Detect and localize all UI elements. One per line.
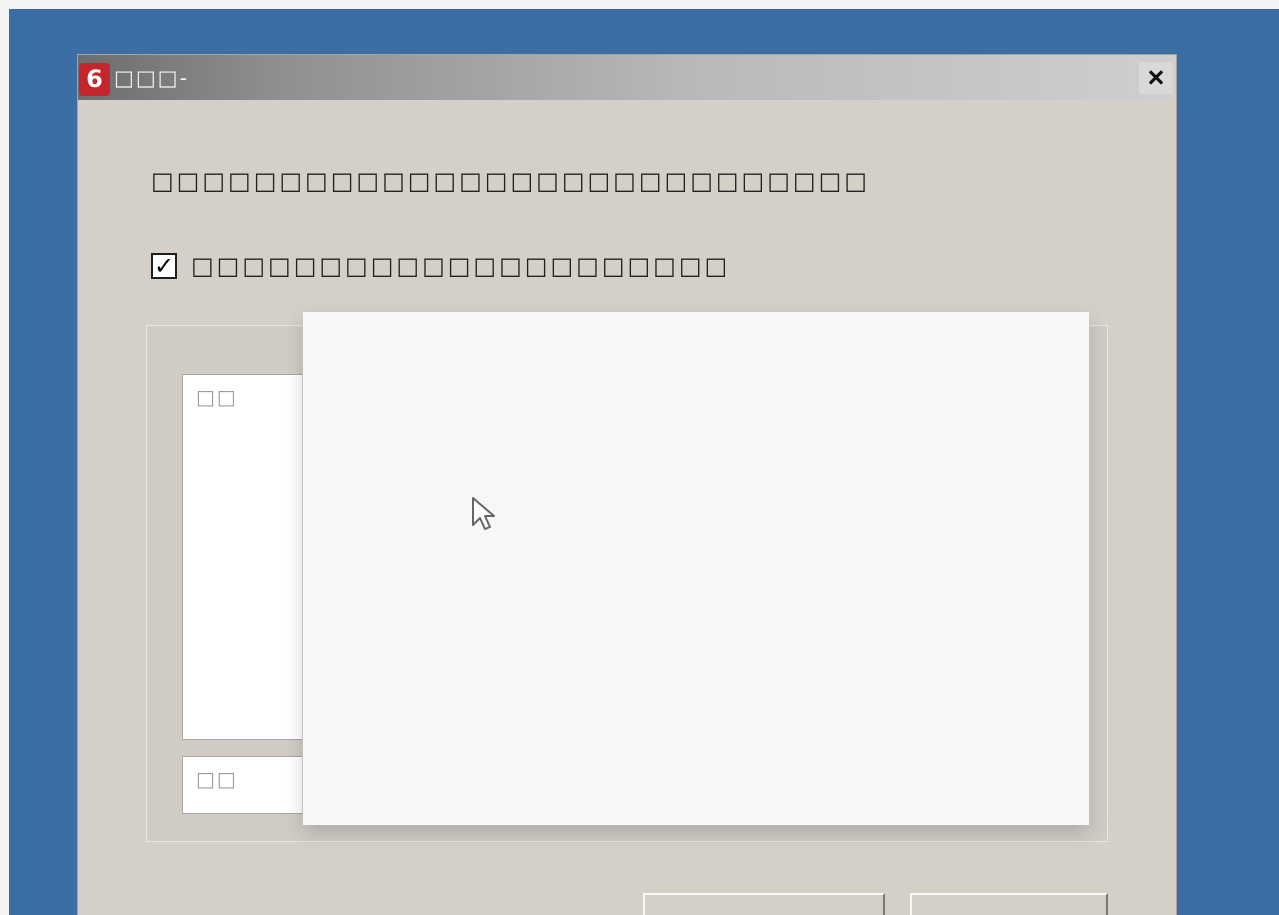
primary-action-button[interactable]: □□□□□□ — [643, 893, 885, 915]
dialog-instruction: □□□□□□□□□□□□□□□□□□□□□□□□□□□□ — [151, 167, 870, 195]
blank-popup-panel[interactable] — [303, 312, 1089, 825]
close-button[interactable]: × — [1139, 62, 1173, 94]
title-bar[interactable]: 6 □□□- × — [78, 55, 1176, 100]
dialog-window: 6 □□□- × □□□□□□□□□□□□□□□□□□□□□□□□□□□□ ✓ … — [77, 54, 1177, 915]
checkbox-row[interactable]: ✓ □□□□□□□□□□□□□□□□□□□□□ — [151, 249, 730, 283]
checkbox[interactable]: ✓ — [151, 253, 177, 279]
mouse-pointer-icon — [472, 497, 495, 530]
window-title: □□□- — [114, 66, 190, 90]
checkbox-label: □□□□□□□□□□□□□□□□□□□□□ — [191, 252, 731, 280]
app-logo-glyph: 6 — [86, 65, 103, 93]
footer-buttons: □□□□□□ □□ — [643, 893, 1113, 915]
app-logo-icon: 6 — [79, 63, 110, 96]
close-icon: × — [1147, 62, 1165, 94]
secondary-action-button[interactable]: □□ — [910, 893, 1108, 915]
desktop-background: 6 □□□- × □□□□□□□□□□□□□□□□□□□□□□□□□□□□ ✓ … — [9, 9, 1279, 915]
list-item[interactable]: □□ — [196, 385, 238, 409]
input-value: □□ — [196, 767, 238, 791]
checkmark-icon: ✓ — [153, 252, 175, 280]
